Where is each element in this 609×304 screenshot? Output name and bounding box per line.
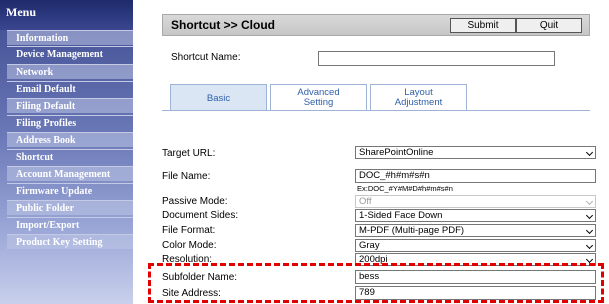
file-format-label: File Format:	[162, 225, 216, 236]
submit-button[interactable]: Submit	[450, 18, 516, 33]
quit-button[interactable]: Quit	[516, 18, 582, 33]
document-sides-select[interactable]: 1-Sided Face Down	[355, 209, 596, 222]
menu-item-firmware-update[interactable]: Firmware Update	[7, 183, 133, 198]
menu-item-network[interactable]: Network	[7, 64, 133, 79]
menu-item-public-folder[interactable]: Public Folder	[7, 200, 133, 215]
menu-item-filing-profiles[interactable]: Filing Profiles	[7, 115, 133, 130]
file-format-select[interactable]: M-PDF (Multi-page PDF)	[355, 224, 596, 237]
menu-item-information[interactable]: Information	[7, 30, 133, 45]
menu-item-shortcut[interactable]: Shortcut	[7, 149, 133, 164]
menu-item-account-management[interactable]: Account Management	[7, 166, 133, 181]
color-mode-label: Color Mode:	[162, 240, 217, 251]
tab-basic[interactable]: Basic	[170, 84, 267, 111]
passive-mode-label: Passive Mode:	[162, 196, 228, 207]
menu-item-address-book[interactable]: Address Book	[7, 132, 133, 147]
page-title: Shortcut >> Cloud	[171, 18, 276, 32]
passive-mode-select[interactable]: Off	[355, 195, 596, 208]
file-name-label: File Name:	[162, 171, 211, 182]
file-name-input[interactable]: DOC_#h#m#s#n	[355, 169, 596, 183]
document-sides-label: Document Sides:	[162, 210, 239, 221]
header-bar: Shortcut >> Cloud Submit Quit	[162, 14, 590, 36]
menu-title: Menu	[0, 0, 133, 30]
menu-item-filing-default[interactable]: Filing Default	[7, 98, 133, 113]
target-url-label: Target URL:	[162, 148, 216, 159]
menu-item-device-management[interactable]: Device Management	[7, 46, 133, 61]
menu-item-product-key-setting[interactable]: Product Key Setting	[7, 234, 133, 249]
tab-basic-label: Basic	[206, 93, 231, 104]
file-name-hint: Ex:DOC_#Y#M#D#h#m#s#n	[357, 184, 453, 193]
tab-layout-adjustment[interactable]: Layout Adjustment	[370, 84, 467, 111]
target-url-select[interactable]: SharePointOnline	[355, 146, 596, 159]
tab-advanced-setting[interactable]: Advanced Setting	[270, 84, 367, 111]
shortcut-name-label: Shortcut Name:	[171, 52, 241, 63]
shortcut-name-input[interactable]	[318, 51, 555, 66]
highlight-box	[148, 263, 604, 303]
color-mode-select[interactable]: Gray	[355, 239, 596, 252]
menu-item-import-export[interactable]: Import/Export	[7, 217, 133, 232]
side-menu: Menu Information Device Management Netwo…	[0, 0, 133, 304]
menu-item-email-default[interactable]: Email Default	[7, 81, 133, 96]
